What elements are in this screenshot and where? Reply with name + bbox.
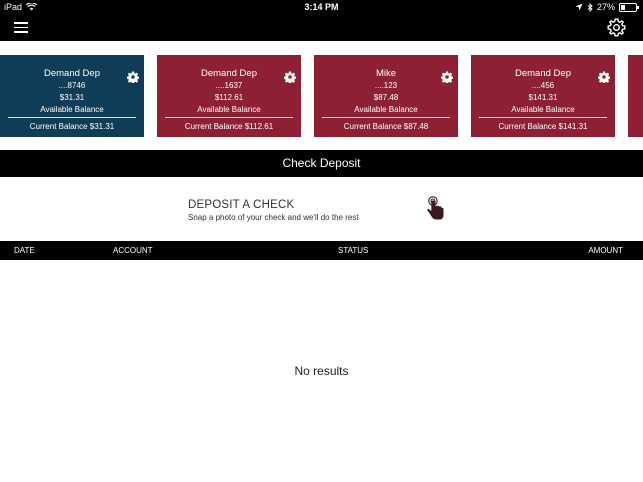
table-header: DATE ACCOUNT STATUS AMOUNT [0, 241, 643, 260]
status-bar: iPad 3:14 PM 27% [0, 0, 643, 14]
card-divider [479, 117, 607, 118]
available-balance-label: Available Balance [197, 105, 261, 114]
current-balance: Current Balance $87.48 [343, 122, 429, 131]
account-card-partial[interactable] [628, 55, 643, 137]
empty-results-message: No results [294, 364, 349, 378]
card-settings-gear-icon[interactable] [284, 71, 296, 83]
account-name: Demand Dep [515, 68, 571, 79]
available-balance-label: Available Balance [354, 105, 418, 114]
current-balance: Current Balance $112.61 [184, 122, 274, 131]
battery-icon [619, 2, 639, 12]
column-status[interactable]: STATUS [338, 241, 368, 260]
available-amount: $141.31 [528, 93, 558, 102]
deposit-title: DEPOSIT A CHECK [188, 199, 295, 211]
deposit-subtitle: Snap a photo of your check and we'll do … [188, 213, 359, 222]
account-name: Demand Dep [201, 68, 257, 79]
account-number: ....123 [374, 81, 398, 90]
status-time: 3:14 PM [304, 2, 339, 12]
current-balance: Current Balance $141.31 [498, 122, 588, 131]
account-card[interactable]: Demand Dep ....456 $141.31 Available Bal… [471, 55, 615, 137]
card-divider [8, 117, 136, 118]
tap-hand-icon[interactable] [424, 196, 446, 222]
account-number: ....8746 [58, 81, 86, 90]
bluetooth-icon [587, 2, 593, 12]
column-amount[interactable]: AMOUNT [588, 241, 623, 260]
column-date[interactable]: DATE [14, 241, 35, 260]
available-amount: $31.31 [59, 93, 85, 102]
card-settings-gear-icon[interactable] [598, 71, 610, 83]
account-number: ....456 [531, 81, 555, 90]
available-amount: $112.61 [214, 93, 244, 102]
nav-bar [0, 14, 643, 41]
account-name: Demand Dep [44, 68, 100, 79]
account-card[interactable]: Mike ....123 $87.48 Available Balance Cu… [314, 55, 458, 137]
account-card[interactable]: Demand Dep ....8746 $31.31 Available Bal… [0, 55, 144, 137]
column-account[interactable]: ACCOUNT [113, 241, 153, 260]
card-settings-gear-icon[interactable] [441, 71, 453, 83]
deposit-check-banner[interactable]: DEPOSIT A CHECK Snap a photo of your che… [0, 178, 643, 240]
account-card[interactable]: Demand Dep ....1637 $112.61 Available Ba… [157, 55, 301, 137]
location-arrow-icon [575, 3, 583, 11]
available-balance-label: Available Balance [40, 105, 104, 114]
account-number: ....1637 [215, 81, 243, 90]
current-balance: Current Balance $31.31 [29, 122, 115, 131]
card-divider [322, 117, 450, 118]
card-divider [165, 117, 293, 118]
account-name: Mike [375, 68, 397, 79]
available-amount: $87.48 [373, 93, 399, 102]
battery-percent: 27% [596, 2, 615, 12]
available-balance-label: Available Balance [511, 105, 575, 114]
card-settings-gear-icon[interactable] [127, 71, 139, 83]
section-title: Check Deposit [0, 150, 643, 177]
account-carousel[interactable]: Demand Dep ....8746 $31.31 Available Bal… [0, 55, 643, 137]
gear-icon[interactable] [606, 17, 627, 38]
hamburger-menu-icon[interactable] [14, 20, 28, 34]
